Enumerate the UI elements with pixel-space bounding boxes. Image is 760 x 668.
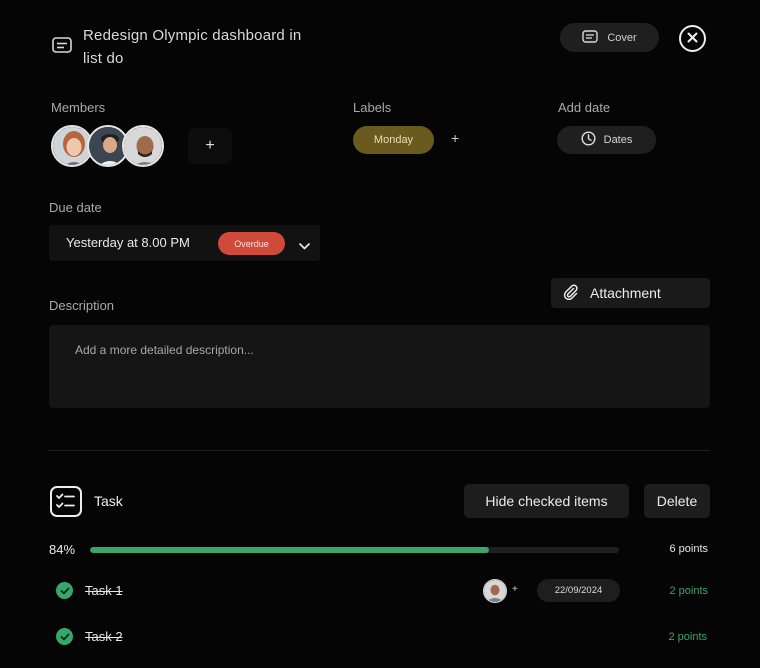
hide-checked-button[interactable]: Hide checked items	[464, 484, 629, 518]
task-1-date[interactable]: 22/09/2024	[537, 579, 620, 602]
close-button[interactable]	[679, 25, 706, 52]
close-icon	[687, 30, 698, 48]
image-card-icon	[582, 29, 599, 46]
overdue-badge: Overdue	[218, 232, 285, 255]
attachment-button[interactable]: Attachment	[551, 278, 710, 308]
add-member-button[interactable]: +	[188, 128, 232, 164]
description-input[interactable]	[49, 325, 710, 408]
check-icon	[60, 628, 70, 646]
checklist-icon	[50, 486, 82, 517]
dates-button[interactable]: Dates	[557, 126, 656, 154]
task-2-points: 2 points	[668, 631, 707, 643]
members-label: Members	[51, 100, 106, 115]
member-avatars[interactable]	[51, 125, 171, 167]
add-label-button[interactable]: +	[451, 130, 459, 146]
task-1-add-assignee[interactable]: +	[512, 584, 518, 595]
progress-percent: 84%	[49, 542, 76, 557]
task-1-points: 2 points	[669, 585, 708, 597]
task-1-name[interactable]: Task 1	[85, 583, 123, 598]
chevron-down-icon[interactable]	[298, 238, 311, 250]
task-2-checkbox[interactable]	[56, 628, 73, 645]
card-title: Redesign Olympic dashboard in list do	[83, 27, 302, 67]
progress-fill	[90, 547, 490, 553]
description-label: Description	[49, 298, 115, 313]
due-date-value: Yesterday at 8.00 PM	[66, 235, 190, 250]
task-1-checkbox[interactable]	[56, 582, 73, 599]
due-date-label: Due date	[49, 200, 102, 215]
dates-button-label: Dates	[603, 134, 633, 146]
add-date-label: Add date	[558, 100, 611, 115]
clock-icon	[581, 131, 596, 149]
total-points: 6 points	[669, 543, 708, 555]
description-placeholder: Add a more detailed description...	[75, 343, 254, 357]
divider	[49, 450, 710, 451]
card-icon	[52, 36, 72, 54]
delete-checklist-button[interactable]: Delete	[644, 484, 710, 518]
task-2-name[interactable]: Task 2	[85, 629, 123, 644]
task-1-assignee-avatar[interactable]	[483, 579, 507, 603]
attachment-label: Attachment	[590, 285, 661, 301]
checklist-title: Task	[94, 493, 123, 509]
progress-bar	[90, 547, 619, 553]
cover-button[interactable]: Cover	[560, 23, 659, 52]
labels-label: Labels	[353, 100, 392, 115]
check-icon	[60, 582, 70, 600]
paperclip-icon	[563, 284, 579, 303]
label-monday[interactable]: Monday	[353, 126, 434, 154]
cover-label: Cover	[607, 31, 637, 44]
member-avatar-3[interactable]	[122, 125, 164, 167]
